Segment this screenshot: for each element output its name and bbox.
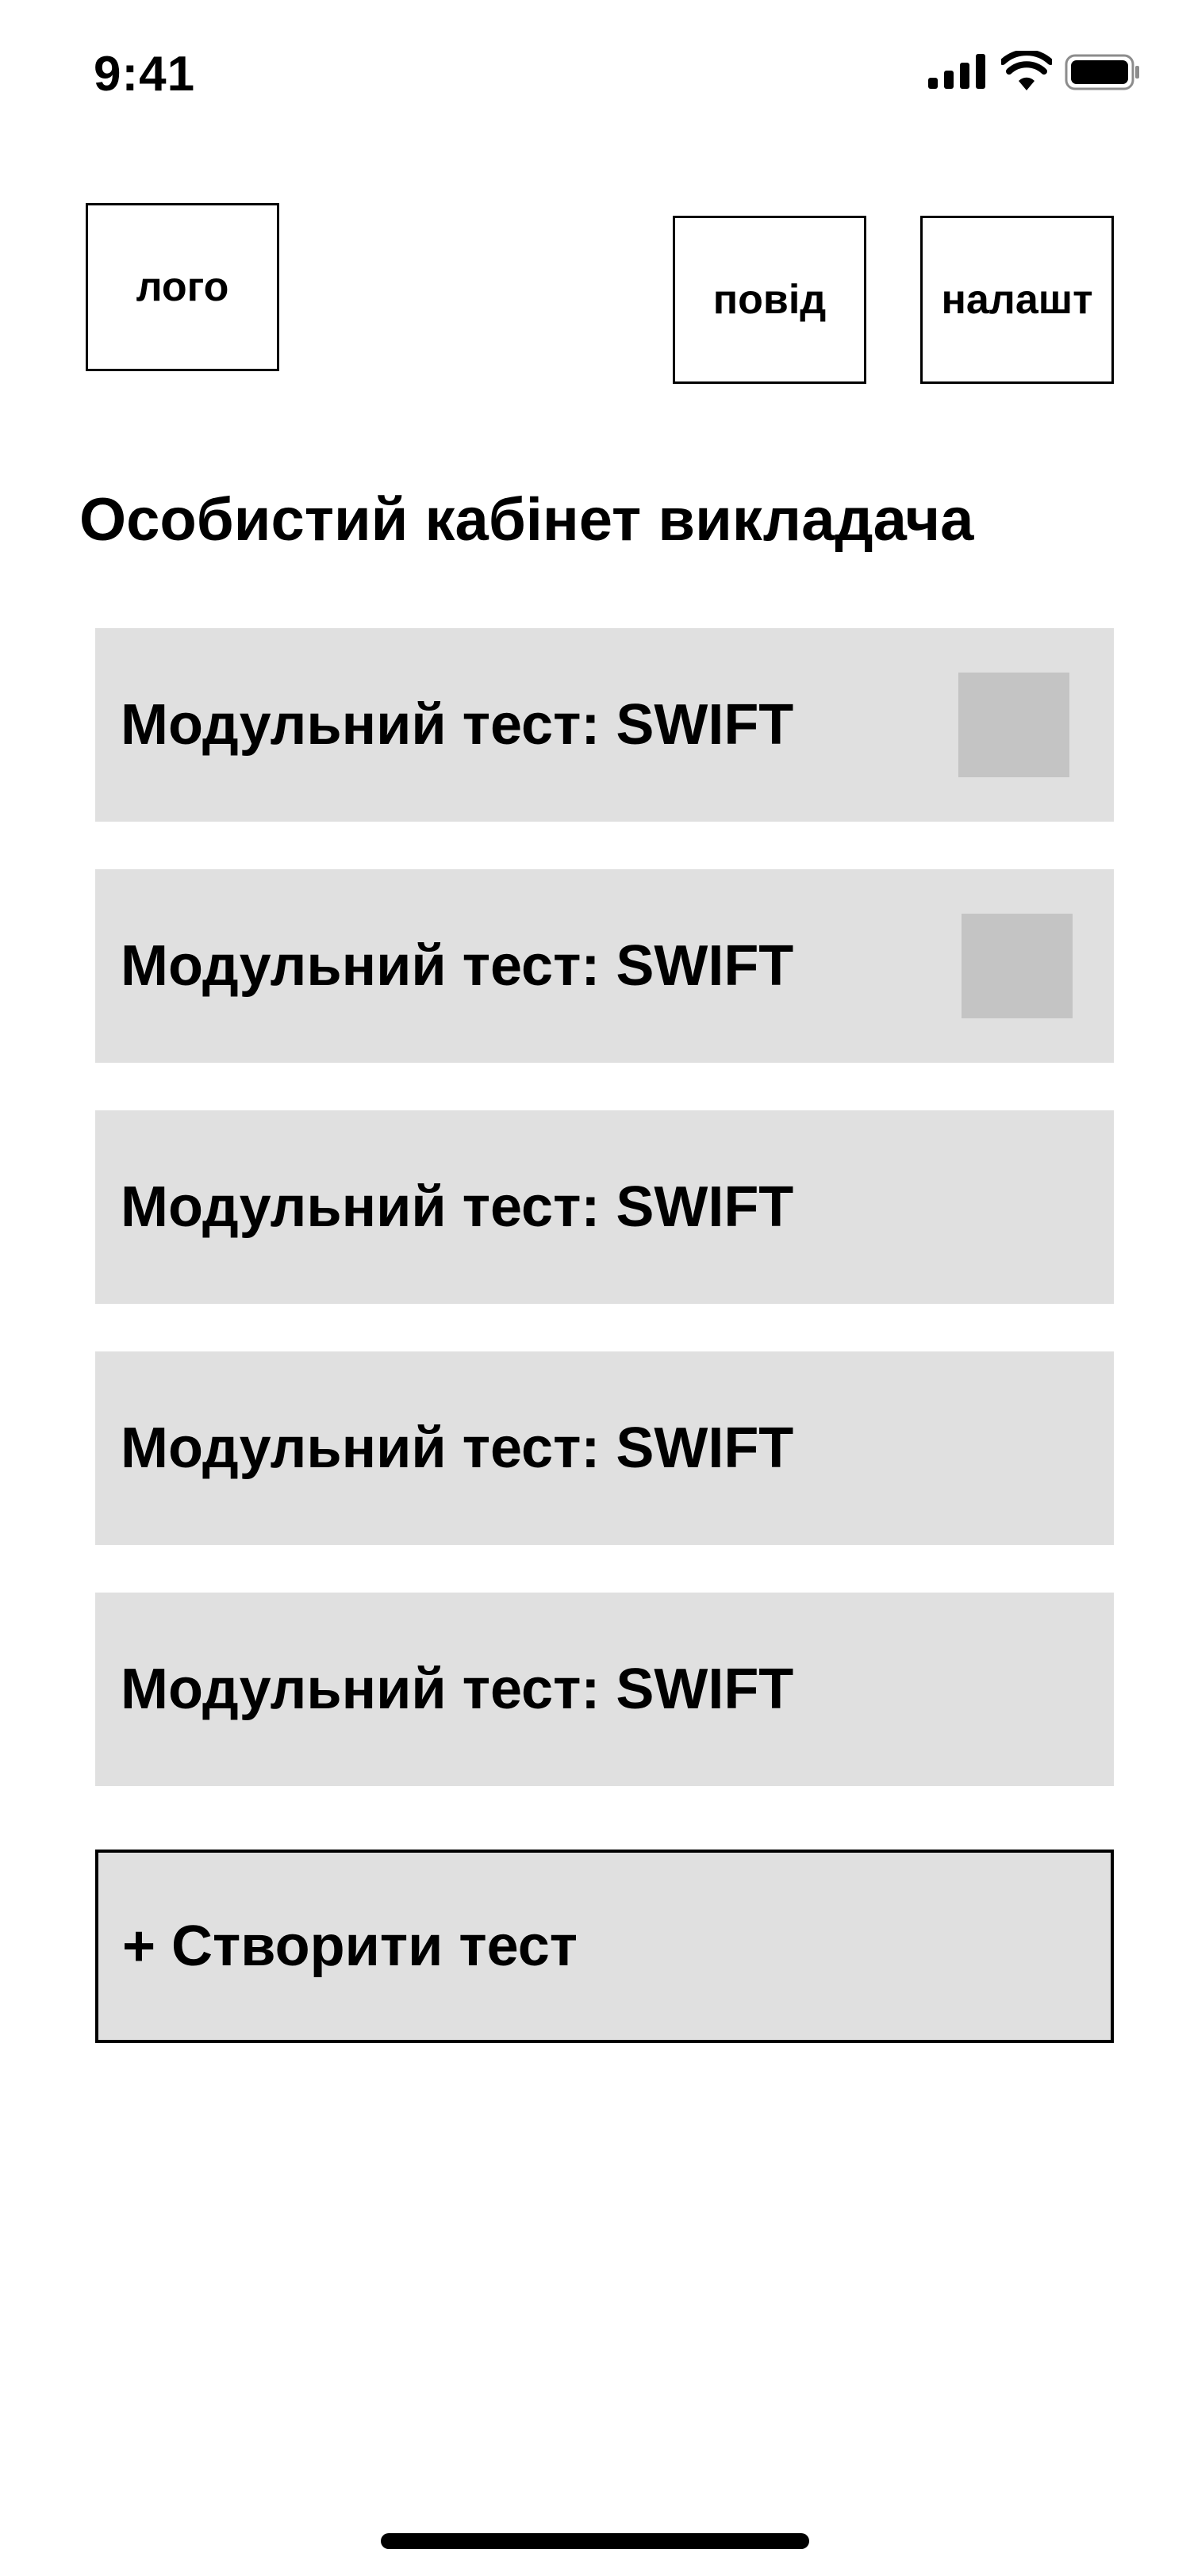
test-card[interactable]: Модульний тест: SWIFT <box>95 869 1114 1063</box>
status-icons <box>928 51 1142 92</box>
settings-button[interactable]: налашт <box>920 216 1114 384</box>
wifi-icon <box>1001 51 1052 90</box>
test-card-label: Модульний тест: SWIFT <box>121 693 794 757</box>
create-test-button[interactable]: + Створити тест <box>95 1850 1114 2043</box>
battery-icon <box>1065 54 1139 90</box>
test-card-label: Модульний тест: SWIFT <box>121 934 794 998</box>
test-card[interactable]: Модульний тест: SWIFT <box>95 1110 1114 1304</box>
test-card[interactable]: Модульний тест: SWIFT <box>95 1593 1114 1786</box>
status-time: 9:41 <box>94 47 196 102</box>
test-card-label: Модульний тест: SWIFT <box>121 1175 794 1239</box>
test-thumbnail <box>958 673 1069 777</box>
home-indicator[interactable] <box>381 2533 809 2549</box>
teacher-dashboard-screen: 9:41 лого повід налашт Особистий кабінет… <box>0 0 1190 2576</box>
test-card-label: Модульний тест: SWIFT <box>121 1416 794 1480</box>
test-card-label: Модульний тест: SWIFT <box>121 1658 794 1721</box>
notifications-button[interactable]: повід <box>673 216 866 384</box>
test-card[interactable]: Модульний тест: SWIFT <box>95 1351 1114 1545</box>
page-title: Особистий кабінет викладача <box>79 486 974 554</box>
cellular-signal-icon <box>928 54 985 89</box>
test-card[interactable]: Модульний тест: SWIFT <box>95 628 1114 822</box>
test-thumbnail <box>962 914 1073 1018</box>
logo: лого <box>86 203 279 371</box>
